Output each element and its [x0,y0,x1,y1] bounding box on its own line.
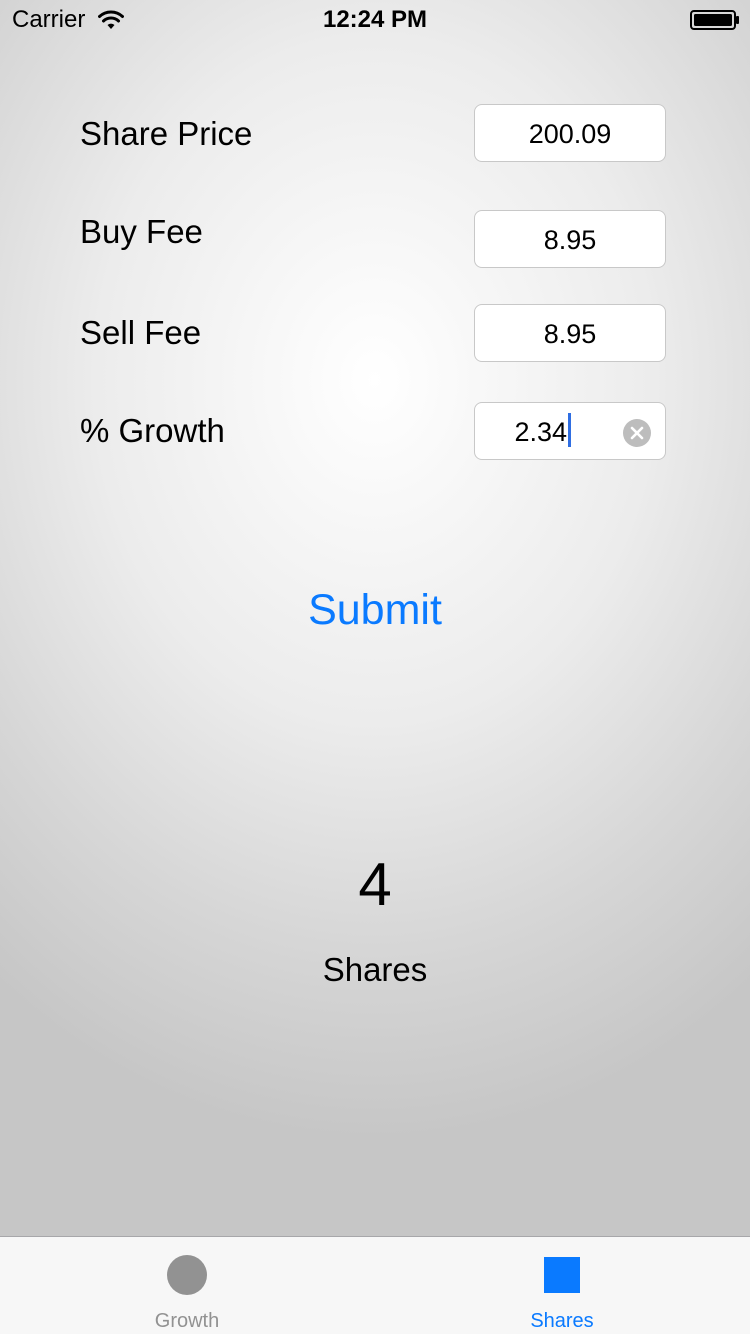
share-price-value: 200.09 [528,119,612,149]
tab-shares[interactable]: Shares [437,1237,687,1334]
text-caret [568,413,571,447]
growth-field[interactable]: 2.34 [474,402,666,460]
buy-fee-field[interactable]: 8.95 [474,210,666,268]
growth-value: 2.34 [514,417,567,447]
tab-shares-label: Shares [530,1310,594,1332]
clock: 12:24 PM [322,6,428,33]
clear-text-icon[interactable] [623,419,651,447]
buy-fee-value: 8.95 [543,225,597,255]
sell-fee-label: Sell Fee [80,314,202,351]
circle-icon [167,1255,207,1295]
tab-growth-label: Growth [154,1310,220,1332]
submit-button[interactable]: Submit [0,584,750,636]
status-bar: Carrier 12:24 PM [0,0,750,40]
battery-icon [690,10,739,30]
sell-fee-value: 8.95 [543,319,597,349]
tab-growth[interactable]: Growth [62,1237,312,1334]
share-price-field[interactable]: 200.09 [474,104,666,162]
sell-fee-field[interactable]: 8.95 [474,304,666,362]
tab-bar: Growth Shares [0,1236,750,1334]
square-icon [544,1257,580,1293]
result-value: 4 [358,851,392,918]
growth-label: % Growth [80,412,225,449]
result-label: Shares [322,951,428,988]
share-price-label: Share Price [80,115,253,152]
growth-value-wrap: 2.34 [475,403,629,459]
buy-fee-label: Buy Fee [80,213,203,250]
